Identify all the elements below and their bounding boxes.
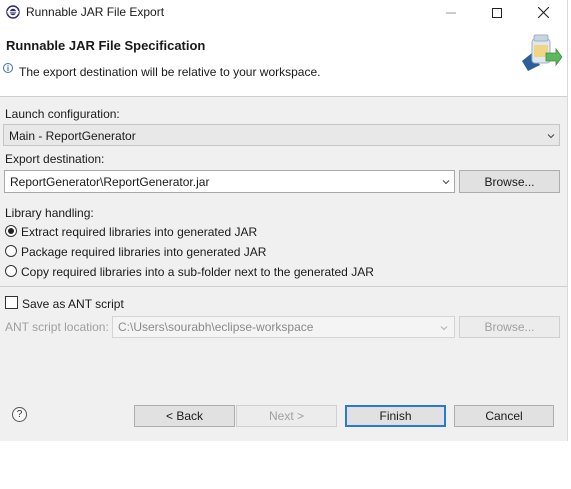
maximize-button[interactable]	[474, 0, 520, 25]
close-icon	[537, 7, 549, 18]
browse-ant-button: Browse...	[459, 316, 560, 338]
next-button: Next >	[236, 405, 337, 427]
header-message: The export destination will be relative …	[19, 65, 321, 79]
launch-config-value: Main - ReportGenerator	[9, 129, 136, 143]
minimize-icon	[446, 12, 456, 13]
jar-export-icon	[518, 31, 563, 73]
radio-copy-libraries[interactable]	[5, 265, 17, 277]
radio-package-libraries[interactable]	[5, 245, 17, 257]
export-destination-label: Export destination:	[5, 152, 105, 166]
export-destination-value: ReportGenerator\ReportGenerator.jar	[10, 175, 210, 189]
page-title: Runnable JAR File Specification	[6, 38, 206, 53]
radio-extract-label[interactable]: Extract required libraries into generate…	[21, 225, 257, 239]
export-destination-combo[interactable]: ReportGenerator\ReportGenerator.jar	[4, 170, 455, 193]
library-handling-label: Library handling:	[5, 206, 94, 220]
maximize-icon	[492, 7, 502, 18]
help-icon[interactable]: ?	[12, 407, 27, 422]
section-divider	[0, 286, 567, 287]
info-icon: i	[3, 63, 13, 73]
back-button[interactable]: < Back	[134, 405, 235, 427]
radio-copy-label[interactable]: Copy required libraries into a sub-folde…	[21, 265, 374, 279]
close-button[interactable]	[520, 0, 566, 25]
eclipse-icon	[6, 5, 20, 19]
save-ant-checkbox[interactable]	[5, 296, 18, 309]
chevron-down-icon	[442, 180, 450, 185]
ant-location-combo: C:\Users\sourabh\eclipse-workspace	[112, 316, 455, 338]
cancel-button[interactable]: Cancel	[454, 405, 554, 427]
ant-location-label: ANT script location:	[5, 320, 109, 334]
radio-package-label[interactable]: Package required libraries into generate…	[21, 245, 266, 259]
chevron-down-icon	[440, 326, 448, 331]
ant-location-value: C:\Users\sourabh\eclipse-workspace	[118, 320, 314, 334]
chevron-down-icon	[547, 134, 555, 139]
minimize-button[interactable]	[428, 0, 474, 25]
radio-selected-dot	[8, 228, 14, 234]
radio-extract-libraries[interactable]	[5, 225, 17, 237]
wizard-header	[0, 25, 567, 97]
browse-destination-button[interactable]: Browse...	[459, 170, 560, 193]
launch-config-label: Launch configuration:	[5, 107, 120, 121]
window-title: Runnable JAR File Export	[26, 5, 165, 19]
launch-config-select[interactable]: Main - ReportGenerator	[3, 124, 560, 146]
save-ant-label[interactable]: Save as ANT script	[22, 297, 124, 311]
finish-button[interactable]: Finish	[345, 405, 446, 427]
